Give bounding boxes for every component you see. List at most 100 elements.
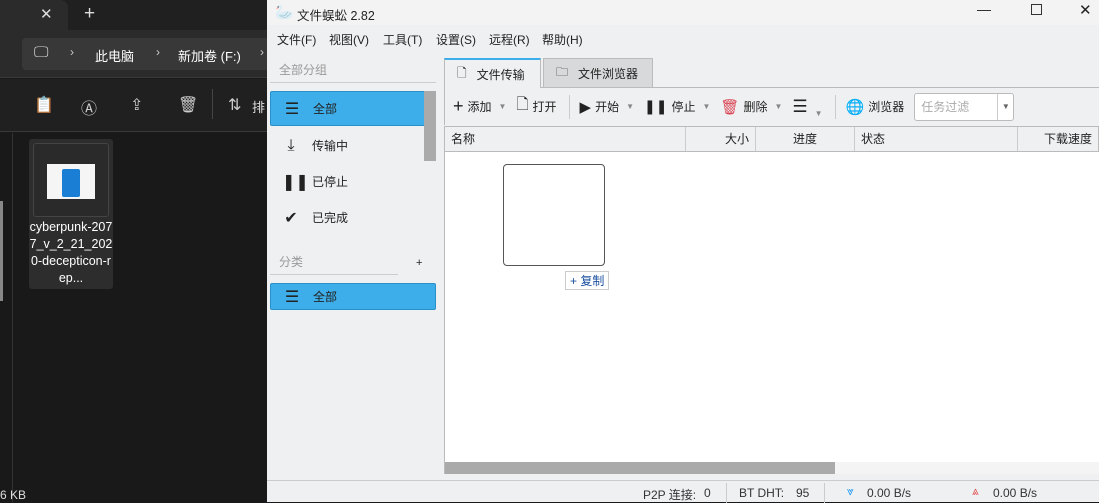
app-window: 🦢 文件蜈蚣 2.82 — ✕ 文件(F) 视图(V) 工具(T) 设置(S) … — [267, 0, 1099, 503]
divider — [212, 89, 213, 119]
p2p-label: P2P 连接: — [643, 488, 697, 502]
tab-label: 文件传输 — [476, 67, 525, 82]
status-size: 6 KB — [0, 488, 27, 502]
sidebar-item-completed[interactable]: ✔ 已完成 — [270, 200, 436, 235]
caret-down-icon[interactable]: ▼ — [997, 93, 1013, 120]
start-button[interactable]: ▶ 开始 ▼ — [580, 98, 634, 116]
upload-speed: 0.00 B/s — [993, 486, 1038, 500]
caret-down-icon[interactable]: ▼ — [499, 102, 507, 111]
sidebar-item-transferring[interactable]: ⤓ 传输中 — [270, 128, 436, 163]
title-bar: 🦢 文件蜈蚣 2.82 — ✕ — [267, 0, 1099, 25]
delete-button[interactable]: 🗑 删除 ▼ — [720, 98, 782, 116]
sidebar-item-stopped[interactable]: ❚❚ 已停止 — [270, 164, 436, 199]
add-label: 添加 — [467, 100, 492, 114]
download-icon: ⤓ — [287, 136, 295, 154]
browser-label: 浏览器 — [868, 100, 905, 114]
task-list[interactable]: + 复制 — [444, 152, 1099, 462]
chevron-right-icon: › — [70, 45, 74, 59]
add-button[interactable]: + 添加 ▼ — [453, 96, 506, 117]
share-icon[interactable]: ⇪ — [130, 95, 143, 115]
p2p-value: 0 — [704, 486, 711, 500]
menu-help[interactable]: 帮助(H) — [542, 31, 583, 48]
explorer-tab-strip: ✕ + — [0, 0, 267, 30]
task-filter-input[interactable]: 任务过滤 ▼ — [914, 92, 1015, 121]
chevron-right-icon: › — [260, 45, 264, 59]
maximize-button[interactable] — [1031, 4, 1042, 15]
column-status[interactable]: 状态 — [855, 127, 1018, 151]
open-button[interactable]: 🗋 打开 — [516, 94, 556, 119]
computer-icon: 🖵 — [34, 44, 49, 61]
menu-file[interactable]: 文件(F) — [277, 31, 316, 48]
paste-icon[interactable]: 📋 — [34, 95, 54, 115]
dht-label: BT DHT: — [739, 486, 785, 500]
drag-copy-hint: + 复制 — [565, 271, 610, 290]
column-progress[interactable]: 进度 — [756, 127, 855, 151]
window-title: 文件蜈蚣 2.82 — [297, 9, 375, 23]
column-size[interactable]: 大小 — [686, 127, 756, 151]
hamburger-icon: ☰ — [792, 96, 808, 116]
group-header: 全部分组 — [279, 63, 328, 77]
stop-label: 停止 — [671, 100, 696, 114]
sidebar-item-label: 传输中 — [312, 139, 349, 153]
scrollbar-thumb[interactable] — [445, 462, 835, 474]
sidebar-scrollbar[interactable] — [424, 91, 436, 161]
column-download-speed[interactable]: 下载速度 — [1018, 127, 1098, 151]
new-tab-icon[interactable]: + — [84, 3, 95, 25]
sidebar-item-label: 已停止 — [312, 175, 349, 189]
file-item[interactable]: cyberpunk-2077_v_2_21_2020-decepticon-re… — [29, 139, 113, 289]
file-name: cyberpunk-2077_v_2_21_2020-decepticon-re… — [29, 220, 113, 285]
menu-bar: 文件(F) 视图(V) 工具(T) 设置(S) 远程(R) 帮助(H) — [267, 27, 1099, 51]
goose-logo-icon: 🦢 — [275, 4, 294, 21]
menu-remote[interactable]: 远程(R) — [489, 31, 530, 48]
menu-tools[interactable]: 工具(T) — [383, 31, 422, 48]
document-icon — [47, 164, 95, 199]
sort-icon[interactable]: ⇅ — [228, 95, 241, 115]
more-menu-button[interactable]: ☰ ▼ — [792, 95, 822, 119]
list-icon: ☰ — [284, 288, 300, 306]
add-category-button[interactable]: + — [416, 257, 422, 269]
caret-down-icon[interactable]: ▼ — [774, 102, 782, 111]
address-bar[interactable]: 🖵 › 此电脑 › 新加卷 (F:) › — [22, 38, 267, 70]
close-icon[interactable]: ✕ — [40, 5, 53, 23]
delete-icon[interactable]: 🗑 — [178, 95, 198, 115]
file-icon: 🗋 — [457, 65, 467, 80]
download-speed: 0.00 B/s — [867, 486, 912, 500]
sidebar-item-label: 全部 — [313, 102, 338, 116]
new-file-icon: 🗋 — [516, 96, 529, 113]
category-item-label: 全部 — [313, 290, 338, 304]
minimize-button[interactable]: — — [977, 1, 991, 17]
close-button[interactable]: ✕ — [1079, 1, 1092, 19]
pause-icon: ❚❚ — [282, 173, 309, 191]
horizontal-scrollbar[interactable] — [444, 462, 1099, 474]
column-name[interactable]: 名称 — [445, 127, 686, 151]
scrollbar[interactable] — [0, 201, 3, 301]
stop-button[interactable]: ❚❚ 停止 ▼ — [644, 98, 710, 115]
drag-preview — [503, 164, 605, 266]
folder-icon: 🗀 — [556, 64, 569, 79]
caret-down-icon[interactable]: ▼ — [703, 102, 711, 111]
menu-settings[interactable]: 设置(S) — [436, 31, 476, 48]
address-bar-area: 🖵 › 此电脑 › 新加卷 (F:) › — [0, 30, 267, 78]
browser-button[interactable]: 🌐 浏览器 — [846, 98, 905, 116]
tab-label: 文件浏览器 — [578, 66, 639, 81]
rename-icon[interactable]: Ⓐ — [81, 95, 97, 119]
tab-file-browser[interactable]: 🗀 文件浏览器 — [543, 58, 653, 87]
delete-label: 删除 — [743, 100, 768, 114]
explorer-tab[interactable]: ✕ — [0, 0, 68, 30]
main-panel: 🗋 文件传输 🗀 文件浏览器 + 添加 ▼ 🗋 打开 ▶ 开始 ▼ ❚❚ 停止 ▼ 🗑 删除 ▼ ☰ ▼… — [441, 56, 1099, 480]
caret-down-icon[interactable]: ▼ — [626, 102, 634, 111]
play-icon: ▶ — [579, 98, 592, 116]
status-bar: P2P 连接: 0 BT DHT: 95 ⩔ 0.00 B/s ⩓ 0.00 B… — [267, 480, 1099, 503]
plus-icon: + — [453, 96, 464, 116]
menu-view[interactable]: 视图(V) — [329, 31, 369, 48]
breadcrumb-this-pc[interactable]: 此电脑 — [95, 46, 134, 65]
sort-button[interactable]: 排 — [252, 97, 265, 116]
sidebar: 全部分组 ☰ 全部 ⤓ 传输中 ❚❚ 已停止 ✔ 已完成 分类 + ☰ 全部 — [267, 55, 440, 480]
download-speed-icon: ⩔ — [847, 484, 854, 498]
tab-file-transfer[interactable]: 🗋 文件传输 — [444, 58, 541, 88]
file-thumbnail — [33, 143, 109, 217]
sidebar-item-all[interactable]: ☰ 全部 — [270, 91, 436, 126]
category-item-all[interactable]: ☰ 全部 — [270, 283, 436, 310]
table-header: 名称 大小 进度 状态 下载速度 — [444, 126, 1099, 152]
breadcrumb-drive[interactable]: 新加卷 (F:) — [178, 46, 241, 65]
